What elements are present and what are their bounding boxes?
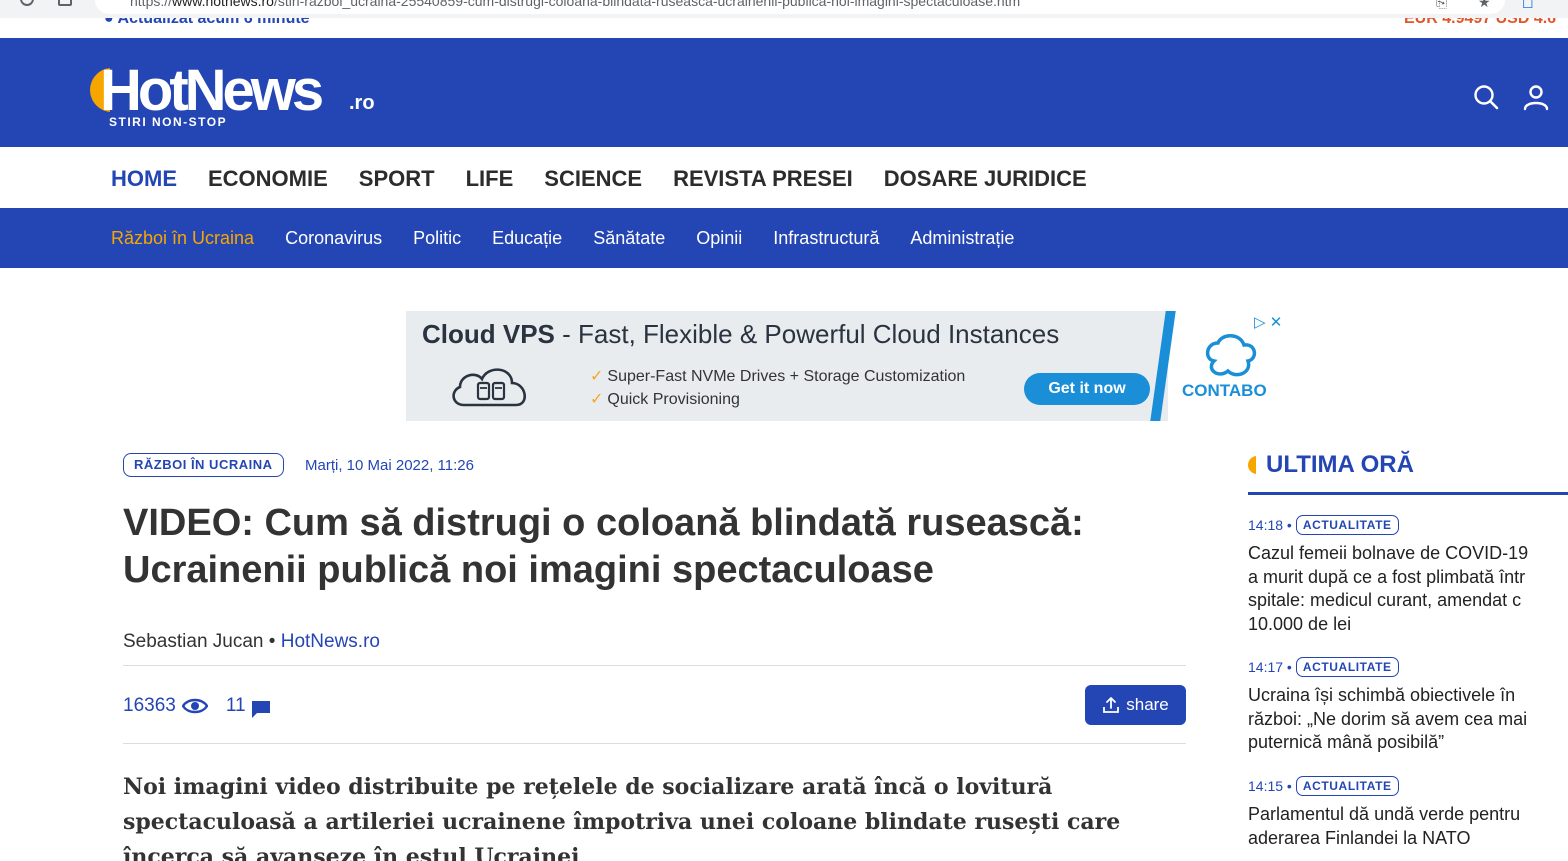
nav-item-science[interactable]: SCIENCE — [544, 166, 642, 192]
topic-item-politic[interactable]: Politic — [413, 228, 461, 249]
nav-item-sport[interactable]: SPORT — [359, 166, 435, 192]
news-time: 14:18 • — [1248, 517, 1292, 533]
eye-icon — [181, 698, 208, 714]
share-label: share — [1126, 695, 1169, 714]
news-headline[interactable]: Ucraina își schimbă obiectivele în războ… — [1248, 684, 1568, 755]
news-headline[interactable]: Parlamentul dă undă verde pentru aderare… — [1248, 803, 1568, 850]
nav-item-life[interactable]: LIFE — [466, 166, 514, 192]
article-lead: Noi imagini video distribuite pe rețelel… — [123, 774, 1121, 861]
ad-title: Cloud VPS - Fast, Flexible & Powerful Cl… — [422, 319, 1060, 349]
latest-news-item[interactable]: 14:18 • ACTUALITATE Cazul femeii bolnave … — [1248, 515, 1568, 636]
topic-item-opinii[interactable]: Opinii — [696, 228, 742, 249]
extension-icon[interactable]: ◻ — [1522, 0, 1534, 11]
article-stats: 16363 11 — [123, 693, 272, 719]
sun-bullet-icon — [1248, 456, 1256, 474]
divider — [123, 665, 1186, 666]
share-icon — [1103, 697, 1120, 713]
logo-suffix: .ro — [349, 92, 375, 114]
author-name[interactable]: Sebastian Jucan — [123, 631, 264, 652]
topic-item-administratie[interactable]: Administrație — [910, 228, 1014, 249]
latest-news-item[interactable]: 14:15 • ACTUALITATE Parlamentul dă undă v… — [1248, 776, 1568, 850]
news-tag[interactable]: ACTUALITATE — [1295, 515, 1399, 535]
ad-feature: ✓ Super-Fast NVMe Drives + Storage Custom… — [590, 368, 966, 385]
topic-item-infrastructura[interactable]: Infrastructură — [773, 228, 879, 249]
divider — [123, 743, 1186, 744]
exchange-rates: EUR 4.9497 USD 4.6 — [1404, 18, 1557, 27]
news-tag[interactable]: ACTUALITATE — [1295, 657, 1399, 677]
byline: Sebastian Jucan • HotNews.ro — [123, 631, 380, 652]
contabo-logo-icon — [1205, 334, 1257, 377]
topic-navigation: Război în Ucraina Coronavirus Politic Ed… — [0, 208, 1568, 268]
news-tag[interactable]: ACTUALITATE — [1295, 776, 1399, 796]
logo-wordmark: HotNews — [100, 58, 324, 123]
main-navigation: HOME ECONOMIE SPORT LIFE SCIENCE REVISTA… — [0, 147, 1568, 208]
ad-feature: ✓ Quick Provisioning — [590, 391, 740, 408]
ad-brand: CONTABO — [1182, 381, 1267, 400]
nav-item-dosare-juridice[interactable]: DOSARE JURIDICE — [884, 166, 1087, 192]
share-button[interactable]: share — [1085, 685, 1186, 725]
comment-count[interactable]: 11 — [226, 695, 246, 717]
site-header: HotNews .ro STIRI NON-STOP — [0, 38, 1568, 147]
logo-tagline: STIRI NON-STOP — [109, 115, 228, 129]
sidebar-rule — [1248, 492, 1568, 495]
star-icon[interactable]: ★ — [1478, 0, 1491, 11]
nav-item-revista-presei[interactable]: REVISTA PRESEI — [673, 166, 853, 192]
adchoices-icon[interactable]: ▷ ✕ — [1254, 313, 1282, 331]
nav-item-economie[interactable]: ECONOMIE — [208, 166, 328, 192]
topic-item-sanatate[interactable]: Sănătate — [593, 228, 665, 249]
article-date: Marți, 10 Mai 2022, 11:26 — [305, 457, 474, 474]
sidebar-title: ULTIMA ORĂ — [1266, 451, 1414, 478]
article-title: VIDEO: Cum să distrugi o coloană blindat… — [123, 502, 1084, 591]
cloud-server-icon — [452, 368, 526, 407]
browser-toolbar: https://www.hotnews.ro/stiri-razboi_ucra… — [0, 0, 1568, 18]
user-icon[interactable] — [1522, 83, 1550, 111]
category-badge[interactable]: RĂZBOI ÎN UCRAINA — [123, 453, 284, 477]
news-time: 14:17 • — [1248, 659, 1292, 675]
address-url[interactable]: https://www.hotnews.ro/stiri-razboi_ucra… — [130, 0, 1020, 9]
search-icon[interactable] — [1472, 83, 1500, 111]
reload-icon[interactable] — [20, 0, 34, 6]
info-strip: ● Actualizat acum 6 minute EUR 4.9497 US… — [0, 18, 1568, 38]
article-source[interactable]: HotNews.ro — [281, 631, 380, 652]
topic-item-razboi-ucraina[interactable]: Război în Ucraina — [111, 228, 254, 249]
nav-item-home[interactable]: HOME — [111, 166, 177, 192]
topic-item-coronavirus[interactable]: Coronavirus — [285, 228, 382, 249]
home-icon[interactable] — [58, 0, 72, 6]
bookmark-page-icon[interactable]: ⎘ — [1436, 0, 1447, 11]
latest-news-item[interactable]: 14:17 • ACTUALITATE Ucraina își schimbă o… — [1248, 657, 1568, 755]
ad-cta-button[interactable]: Get it now — [1024, 373, 1150, 405]
last-updated: ● Actualizat acum 6 minute — [104, 18, 310, 27]
ad-banner[interactable]: Cloud VPS - Fast, Flexible & Powerful Cl… — [406, 311, 1290, 421]
topic-item-educatie[interactable]: Educație — [492, 228, 562, 249]
news-headline[interactable]: Cazul femeii bolnave de COVID-19 a murit… — [1248, 542, 1568, 636]
news-time: 14:15 • — [1248, 778, 1292, 794]
comment-icon[interactable] — [250, 699, 272, 719]
view-count: 16363 — [123, 695, 176, 716]
